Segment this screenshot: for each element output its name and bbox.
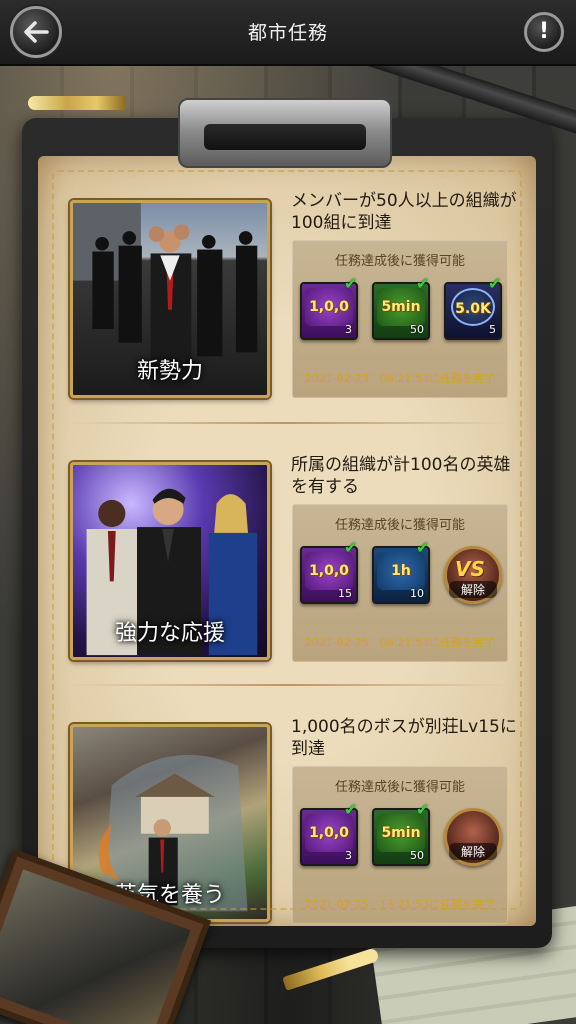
reward-item-hero[interactable]: 解除 xyxy=(444,808,502,866)
mission-title: 所属の組織が計100名の英雄を有する xyxy=(291,455,511,497)
checkmark-icon: ✔ xyxy=(488,274,502,293)
reward-count: 15 xyxy=(338,587,352,600)
mission-sheet[interactable]: 新勢力 メンバーが50人以上の組織が100組に到達 任務達成後に獲得可能 1,0… xyxy=(38,156,536,926)
reward-item-hero[interactable]: VS 解除 xyxy=(444,546,502,604)
completed-timestamp: 2021-02-25 13:21:53に任務を完了 xyxy=(304,898,496,911)
checkmark-icon: ✔ xyxy=(416,538,430,557)
mission-caption: 新勢力 xyxy=(136,359,203,384)
reward-count: 3 xyxy=(345,323,352,336)
reward-header: 任務達成後に獲得可能 xyxy=(334,518,465,533)
green-speedup-icon: 5min xyxy=(377,288,425,326)
checkmark-icon: ✔ xyxy=(344,538,358,557)
reward-header: 任務達成後に獲得可能 xyxy=(334,254,465,269)
reward-count: 3 xyxy=(345,849,352,862)
checkmark-icon: ✔ xyxy=(416,800,430,819)
hero-unlock-icon: VS xyxy=(455,557,485,581)
reward-panel: 任務達成後に獲得可能 1,0,0 15 ✔ 1h 10 ✔ VS 解除 2021… xyxy=(292,504,508,662)
purple-coupon-icon: 1,0,0 xyxy=(305,288,353,326)
reward-item-speedup[interactable]: 1h 10 ✔ xyxy=(372,540,430,604)
reward-item-coupon[interactable]: 1,0,0 3 ✔ xyxy=(300,802,358,866)
mission-image: 強力な応援 xyxy=(70,462,270,660)
reward-header: 任務達成後に獲得可能 xyxy=(334,780,465,795)
mission-item: 新勢力 メンバーが50人以上の組織が100組に到達 任務達成後に獲得可能 1,0… xyxy=(38,156,536,406)
checkmark-icon: ✔ xyxy=(416,274,430,293)
reward-count: 5 xyxy=(489,323,496,336)
info-button[interactable]: ! xyxy=(524,12,564,52)
mission-title: メンバーが50人以上の組織が100組に到達 xyxy=(291,191,517,233)
mission-image: 新勢力 xyxy=(70,200,270,398)
checkmark-icon: ✔ xyxy=(344,800,358,819)
green-speedup-icon: 5min xyxy=(377,814,425,852)
purple-coupon-icon: 1,0,0 xyxy=(305,552,353,590)
reward-count: 10 xyxy=(410,587,424,600)
purple-coupon-icon: 1,0,0 xyxy=(305,814,353,852)
reward-panel: 任務達成後に獲得可能 1,0,0 3 ✔ 5min 50 ✔ 解除 2021-0… xyxy=(292,766,508,924)
reward-item-speedup[interactable]: 5min 50 ✔ xyxy=(372,276,430,340)
reward-panel: 任務達成後に獲得可能 1,0,0 3 ✔ 5min 50 ✔ 5.0K 5 ✔ xyxy=(292,240,508,398)
page-title: 都市任務 xyxy=(247,22,328,44)
reward-item-coupon[interactable]: 1,0,0 15 ✔ xyxy=(300,540,358,604)
unlock-label: 解除 xyxy=(449,581,497,598)
reward-count: 50 xyxy=(410,849,424,862)
mission-caption: 強力な応援 xyxy=(114,621,225,646)
blue-resource-icon: 5.0K xyxy=(451,288,495,326)
completed-timestamp: 2021-02-25 06:21:53に任務を完了 xyxy=(304,636,496,649)
reward-item-resource[interactable]: 5.0K 5 ✔ xyxy=(444,276,502,340)
mission-title: 1,000名のボスが別荘Lv15に到達 xyxy=(291,717,517,759)
reward-item-speedup[interactable]: 5min 50 ✔ xyxy=(372,802,430,866)
reward-count: 50 xyxy=(410,323,424,336)
reward-list: 1,0,0 3 ✔ 5min 50 ✔ 解除 xyxy=(300,802,504,868)
unlock-label: 解除 xyxy=(449,843,497,860)
completed-timestamp: 2021-02-23 06:21:53に任務を完了 xyxy=(304,372,496,385)
reward-list: 1,0,0 15 ✔ 1h 10 ✔ VS 解除 xyxy=(300,540,504,606)
bullet-decoration xyxy=(28,96,126,110)
reward-list: 1,0,0 3 ✔ 5min 50 ✔ 5.0K 5 ✔ xyxy=(300,276,504,342)
mission-item: 強力な応援 所属の組織が計100名の英雄を有する 任務達成後に獲得可能 1,0,… xyxy=(38,418,536,668)
top-bar: 都市任務 ! xyxy=(0,0,576,66)
clipboard-clip xyxy=(178,98,392,168)
checkmark-icon: ✔ xyxy=(344,274,358,293)
blue-speedup-icon: 1h xyxy=(377,552,425,590)
reward-item-coupon[interactable]: 1,0,0 3 ✔ xyxy=(300,276,358,340)
